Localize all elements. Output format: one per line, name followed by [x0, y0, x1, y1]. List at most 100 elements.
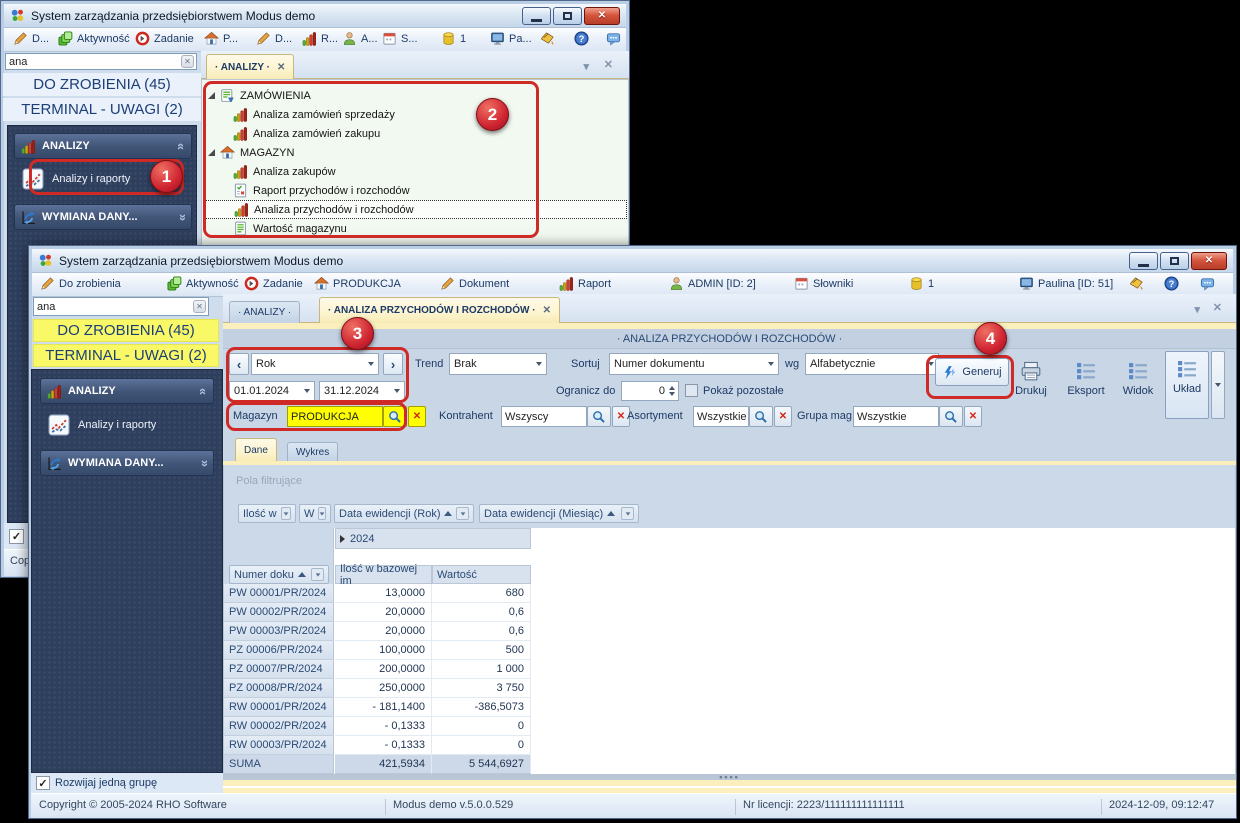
tab-analizy[interactable]: · ANALIZY · ✕ [206, 54, 294, 79]
clear-search-icon[interactable]: ✕ [193, 300, 206, 313]
toolbar-item-projekt[interactable]: P... [204, 31, 238, 46]
nav-group-wymiana[interactable]: WYMIANA DANY... « [14, 204, 192, 230]
asortyment-field[interactable]: Wszystkie [693, 406, 749, 427]
statusbar-divider [735, 799, 736, 815]
toolbar-item-dokument[interactable]: Dokument [440, 276, 509, 291]
close-view-icon[interactable]: ✕ [1213, 301, 1222, 314]
toolbar-item-admin[interactable]: A... [342, 31, 378, 46]
search-input[interactable] [34, 301, 193, 313]
toolbar-item-slowniki[interactable]: Słowniki [794, 276, 853, 291]
expand-chevron-icon[interactable]: « [178, 210, 185, 225]
filter-dropdown-icon[interactable] [318, 507, 326, 520]
toolbar-item-zadanie[interactable]: Zadanie [244, 276, 303, 291]
toolbar-item-motyw[interactable] [1129, 276, 1144, 291]
close-button[interactable]: ✕ [1191, 252, 1227, 270]
uklad-dropdown-button[interactable] [1211, 351, 1225, 419]
kontrahent-field[interactable]: Wszyscy [501, 406, 587, 427]
todo-item[interactable]: DO ZROBIENIA (45) [3, 73, 201, 96]
minimize-button[interactable] [522, 7, 551, 25]
toolbar-item-do-zrobienia[interactable]: Do zrobienia [40, 276, 121, 291]
filter-dropdown-icon[interactable] [311, 568, 324, 581]
close-button[interactable]: ✕ [584, 7, 620, 25]
column-group-2024[interactable]: 2024 [335, 528, 531, 549]
toolbar-item-pomoc[interactable] [1164, 276, 1179, 291]
pivot-field-rok[interactable]: Data ewidencji (Rok) [334, 504, 474, 523]
toolbar-item-firma[interactable]: 1 [441, 31, 466, 46]
todo-item-highlighted[interactable]: DO ZROBIENIA (45) [33, 319, 219, 342]
grupa-lookup-button[interactable] [939, 406, 963, 427]
nav-group-analizy[interactable]: ANALIZY « [14, 133, 192, 159]
titlebar[interactable]: System zarządzania przedsiębiorstwem Mod… [32, 249, 1233, 273]
sidebar-search[interactable]: ✕ [33, 297, 209, 316]
show-rest-checkbox[interactable] [685, 384, 698, 397]
clear-search-icon[interactable]: ✕ [181, 55, 194, 68]
toolbar-item-admin[interactable]: ADMIN [ID: 2] [669, 276, 756, 291]
wg-combo[interactable]: Alfabetycznie [805, 353, 939, 375]
tab-scroll-icon[interactable]: ▾ [583, 60, 589, 73]
pivot-field-miesiac[interactable]: Data ewidencji (Miesiąc) [479, 504, 639, 523]
toolbar-item-aktywnosc[interactable]: Aktywność [167, 276, 239, 291]
filter-dropdown-icon[interactable] [281, 507, 291, 520]
uklad-button[interactable]: Układ [1165, 351, 1209, 419]
toolbar-item-dokument2[interactable]: D... [256, 31, 292, 46]
kontrahent-lookup-button[interactable] [587, 406, 611, 427]
todo-item[interactable]: TERMINAL - UWAGI (2) [3, 98, 201, 121]
column-header-ilosc[interactable]: Ilość w bazowej jm [335, 565, 432, 584]
toolbar-item-stacja[interactable]: Paulina [ID: 51] [1019, 276, 1113, 291]
close-tab-icon[interactable]: ✕ [277, 62, 285, 73]
expand-chevron-icon[interactable]: « [200, 456, 207, 471]
pivot-field-w[interactable]: W [299, 504, 331, 523]
checkbox-checked[interactable]: ✓ [9, 529, 24, 544]
filter-dropdown-icon[interactable] [456, 507, 469, 520]
row-field-numer-dokumentu[interactable]: Numer doku [229, 565, 329, 584]
nav-group-wymiana[interactable]: WYMIANA DANY... « [40, 450, 214, 476]
tab-dane[interactable]: Dane [235, 438, 277, 461]
grupa-clear-button[interactable]: ✕ [964, 406, 982, 427]
minimize-button[interactable] [1129, 252, 1158, 270]
toolbar-item-firma[interactable]: 1 [909, 276, 934, 291]
widok-button[interactable]: Widok [1115, 354, 1161, 416]
column-header-wartosc[interactable]: Wartość [432, 565, 531, 584]
toolbar-item-zadanie[interactable]: Zadanie [135, 31, 194, 46]
titlebar[interactable]: System zarządzania przedsiębiorstwem Mod… [4, 4, 626, 28]
tab-wykres[interactable]: Wykres [287, 442, 338, 461]
maximize-button[interactable] [553, 7, 582, 25]
filter-dropdown-icon[interactable] [621, 507, 634, 520]
toolbar-item-wiadomosci[interactable] [1200, 276, 1215, 291]
toolbar-item-pomoc[interactable] [574, 31, 589, 46]
toolbar-item-raport[interactable]: Raport [559, 276, 611, 291]
close-tab-icon[interactable]: ✕ [543, 305, 551, 316]
toolbar-item-wiadomosci[interactable] [606, 31, 621, 46]
toolbar-item-stacja[interactable]: Pa... [490, 31, 532, 46]
tab-analizy[interactable]: · ANALIZY · [229, 301, 300, 323]
trend-combo[interactable]: Brak [449, 353, 547, 375]
nav-group-analizy[interactable]: ANALIZY « [40, 378, 214, 404]
limit-spinner[interactable]: 0 [621, 381, 679, 401]
toolbar-item-motyw[interactable] [540, 31, 555, 46]
asortyment-clear-button[interactable]: ✕ [774, 406, 792, 427]
toolbar-item-raport[interactable]: R... [302, 31, 338, 46]
spinner-arrows-icon[interactable] [669, 386, 675, 396]
eksport-button[interactable]: Eksport [1059, 354, 1113, 416]
app-logo-icon [10, 8, 25, 23]
search-input[interactable] [6, 56, 181, 68]
toolbar-item-aktywnosc[interactable]: Aktywność [58, 31, 130, 46]
collapse-chevron-icon[interactable]: « [200, 384, 207, 399]
collapse-group-icon[interactable] [340, 535, 345, 543]
nav-item-analizy-raporty[interactable]: Analizy i raporty [42, 410, 212, 440]
sort-combo[interactable]: Numer dokumentu [609, 353, 779, 375]
toolbar-item-slowniki[interactable]: S... [382, 31, 418, 46]
close-view-icon[interactable]: ✕ [604, 58, 613, 71]
checkbox-checked[interactable]: ✓ [36, 776, 50, 790]
asortyment-lookup-button[interactable] [749, 406, 773, 427]
collapse-chevron-icon[interactable]: « [178, 139, 185, 154]
pivot-field-ilosc[interactable]: Ilość w [238, 504, 296, 523]
toolbar-item-dokument[interactable]: D... [13, 31, 49, 46]
toolbar-item-produkcja[interactable]: PRODUKCJA [314, 276, 401, 291]
todo-item-highlighted[interactable]: TERMINAL - UWAGI (2) [33, 344, 219, 367]
magazyn-clear-button[interactable]: ✕ [408, 406, 426, 427]
maximize-button[interactable] [1160, 252, 1189, 270]
tab-scroll-icon[interactable]: ▾ [1194, 303, 1200, 316]
grupa-field[interactable]: Wszystkie [853, 406, 939, 427]
sidebar-search[interactable]: ✕ [5, 53, 197, 70]
